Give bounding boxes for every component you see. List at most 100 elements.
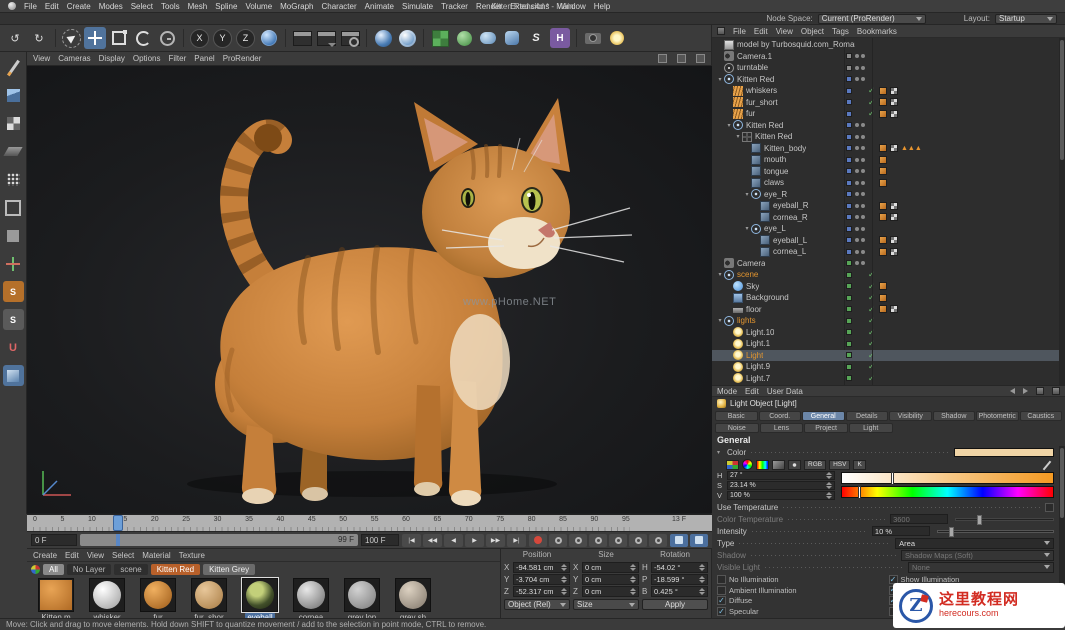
option-checkbox-row[interactable]: ✓ Diffuse bbox=[717, 596, 883, 606]
object-manager-menu-item[interactable]: File bbox=[733, 27, 746, 36]
material-menu-item[interactable]: Material bbox=[142, 551, 170, 560]
texture-tag[interactable] bbox=[879, 167, 887, 175]
last-tool-used[interactable] bbox=[156, 27, 178, 49]
layer-chip[interactable] bbox=[846, 134, 852, 140]
palette-icon[interactable] bbox=[31, 565, 40, 574]
menubar-item[interactable]: Animate bbox=[365, 2, 394, 11]
menubar-item[interactable]: File bbox=[24, 2, 37, 11]
layer-tab[interactable]: All bbox=[43, 564, 64, 575]
menubar-item[interactable]: Spline bbox=[215, 2, 237, 11]
enabled-check-icon[interactable]: ✓ bbox=[868, 282, 876, 291]
texture-tag[interactable] bbox=[879, 144, 887, 152]
layer-chip[interactable] bbox=[846, 318, 852, 324]
material-item[interactable]: cornea bbox=[288, 578, 334, 622]
range-start-field[interactable]: 0 F bbox=[31, 534, 77, 546]
attribute-tab[interactable]: Project bbox=[804, 423, 848, 433]
material-thumbnail[interactable] bbox=[191, 578, 227, 612]
layer-chip[interactable] bbox=[846, 191, 852, 197]
attribute-tab[interactable]: Visibility bbox=[889, 411, 932, 421]
layer-chip[interactable] bbox=[846, 341, 852, 347]
viewport-menu-item[interactable]: ProRender bbox=[223, 54, 262, 63]
tree-row[interactable]: ▾ Light.9 ✓ ▲▲▲ bbox=[712, 361, 1059, 373]
previous-key-button[interactable]: ◀◀ bbox=[423, 534, 442, 547]
uvw-tag[interactable] bbox=[890, 248, 898, 256]
tree-row[interactable]: ▾ claws ✓ ▲▲▲ bbox=[712, 177, 1059, 189]
tree-row[interactable]: ▾ Kitten Red ✓ ▲▲▲ bbox=[712, 120, 1059, 132]
visibility-dots[interactable] bbox=[855, 238, 865, 242]
rgb-mode-button[interactable]: RGB bbox=[804, 460, 826, 470]
expand-icon[interactable]: ▾ bbox=[734, 133, 742, 140]
make-editable-button[interactable] bbox=[3, 57, 24, 78]
workplane-mode-button[interactable] bbox=[3, 141, 24, 162]
tree-row[interactable]: ▾ Background ✓ ▲▲▲ bbox=[712, 292, 1059, 304]
hsv-field[interactable]: 23.14 % bbox=[727, 481, 835, 490]
visibility-dots[interactable] bbox=[855, 250, 865, 254]
menubar-item[interactable]: Tools bbox=[161, 2, 180, 11]
use-temperature-checkbox[interactable] bbox=[1045, 503, 1054, 512]
magnet-button[interactable]: U bbox=[3, 337, 24, 358]
expand-icon[interactable]: ▾ bbox=[725, 122, 733, 129]
position-field[interactable]: -94.581 cm bbox=[513, 562, 570, 573]
layer-chip[interactable] bbox=[846, 226, 852, 232]
visibility-dots[interactable] bbox=[855, 135, 865, 139]
visibility-dots[interactable] bbox=[855, 215, 865, 219]
layer-chip[interactable] bbox=[846, 157, 852, 163]
playhead[interactable] bbox=[113, 515, 123, 531]
tree-row[interactable]: ▾ fur_short ✓ ▲▲▲ bbox=[712, 97, 1059, 109]
tree-row[interactable]: ▾ Camera.1 ✓ ▲▲▲ bbox=[712, 51, 1059, 63]
object-manager-menu-item[interactable]: Edit bbox=[754, 27, 768, 36]
tree-row[interactable]: ▾ floor ✓ ▲▲▲ bbox=[712, 304, 1059, 316]
size-field[interactable]: 0 cm bbox=[582, 586, 639, 597]
x-axis-lock-button[interactable]: X bbox=[190, 29, 209, 48]
color-wheel-button[interactable] bbox=[742, 459, 753, 470]
goto-start-button[interactable]: |◀ bbox=[402, 534, 421, 547]
hsv-field[interactable]: 27 ° bbox=[727, 471, 835, 480]
material-menu-item[interactable]: Create bbox=[33, 551, 57, 560]
viewport-menu-item[interactable]: Cameras bbox=[58, 54, 90, 63]
layer-chip[interactable] bbox=[846, 352, 852, 358]
visibility-dots[interactable] bbox=[855, 204, 865, 208]
simulate-button[interactable] bbox=[453, 27, 475, 49]
layer-chip[interactable] bbox=[846, 53, 852, 59]
visibility-dots[interactable] bbox=[855, 192, 865, 196]
visibility-dots[interactable] bbox=[855, 169, 865, 173]
viewport-menu-item[interactable]: View bbox=[33, 54, 50, 63]
attribute-tab[interactable]: Light bbox=[849, 423, 893, 433]
material-thumbnail[interactable] bbox=[89, 578, 125, 612]
subdivision-surface-button[interactable] bbox=[501, 27, 523, 49]
hsv-field[interactable]: 100 % bbox=[727, 491, 835, 500]
expand-icon[interactable]: ▾ bbox=[716, 76, 724, 83]
attribute-tab[interactable]: Caustics bbox=[1020, 411, 1063, 421]
intensity-slider[interactable] bbox=[937, 530, 1054, 533]
model-mode-button[interactable] bbox=[3, 85, 24, 106]
preview-range-slider[interactable]: 99 F bbox=[80, 534, 358, 546]
apple-menu-icon[interactable] bbox=[8, 2, 16, 10]
texture-tag[interactable] bbox=[879, 248, 887, 256]
object-manager-menu-item[interactable]: Bookmarks bbox=[857, 27, 897, 36]
undo-button[interactable]: ↺ bbox=[4, 27, 26, 49]
redo-button[interactable]: ↻ bbox=[28, 27, 50, 49]
enabled-check-icon[interactable]: ✓ bbox=[868, 362, 876, 371]
kitten-model[interactable] bbox=[72, 80, 632, 510]
enabled-check-icon[interactable]: ✓ bbox=[868, 316, 876, 325]
layer-chip[interactable] bbox=[846, 283, 852, 289]
shader-ball-button[interactable] bbox=[396, 27, 418, 49]
uvw-tag[interactable] bbox=[890, 202, 898, 210]
viewport-menu-item[interactable]: Filter bbox=[168, 54, 186, 63]
attribute-tab[interactable]: Coord. bbox=[759, 411, 802, 421]
menubar-item[interactable]: Simulate bbox=[402, 2, 433, 11]
size-field[interactable]: 0 cm bbox=[582, 574, 639, 585]
color-picker-button[interactable] bbox=[788, 460, 801, 470]
next-frame-button[interactable]: ▶▶ bbox=[486, 534, 505, 547]
texture-tag[interactable] bbox=[879, 110, 887, 118]
record-pla-toggle[interactable] bbox=[649, 534, 667, 547]
menubar-item[interactable]: Help bbox=[594, 2, 610, 11]
object-manager-menu-item[interactable]: Tags bbox=[832, 27, 849, 36]
visibility-dots[interactable] bbox=[855, 181, 865, 185]
panel-icon[interactable] bbox=[717, 27, 725, 35]
shadow-dropdown[interactable]: Shadow Maps (Soft) bbox=[901, 550, 1054, 561]
tree-row[interactable]: ▾ Kitten Red ✓ ▲▲▲ bbox=[712, 74, 1059, 86]
lock-icon[interactable] bbox=[1036, 387, 1044, 395]
uvw-tag[interactable] bbox=[890, 213, 898, 221]
new-material-button[interactable] bbox=[372, 27, 394, 49]
